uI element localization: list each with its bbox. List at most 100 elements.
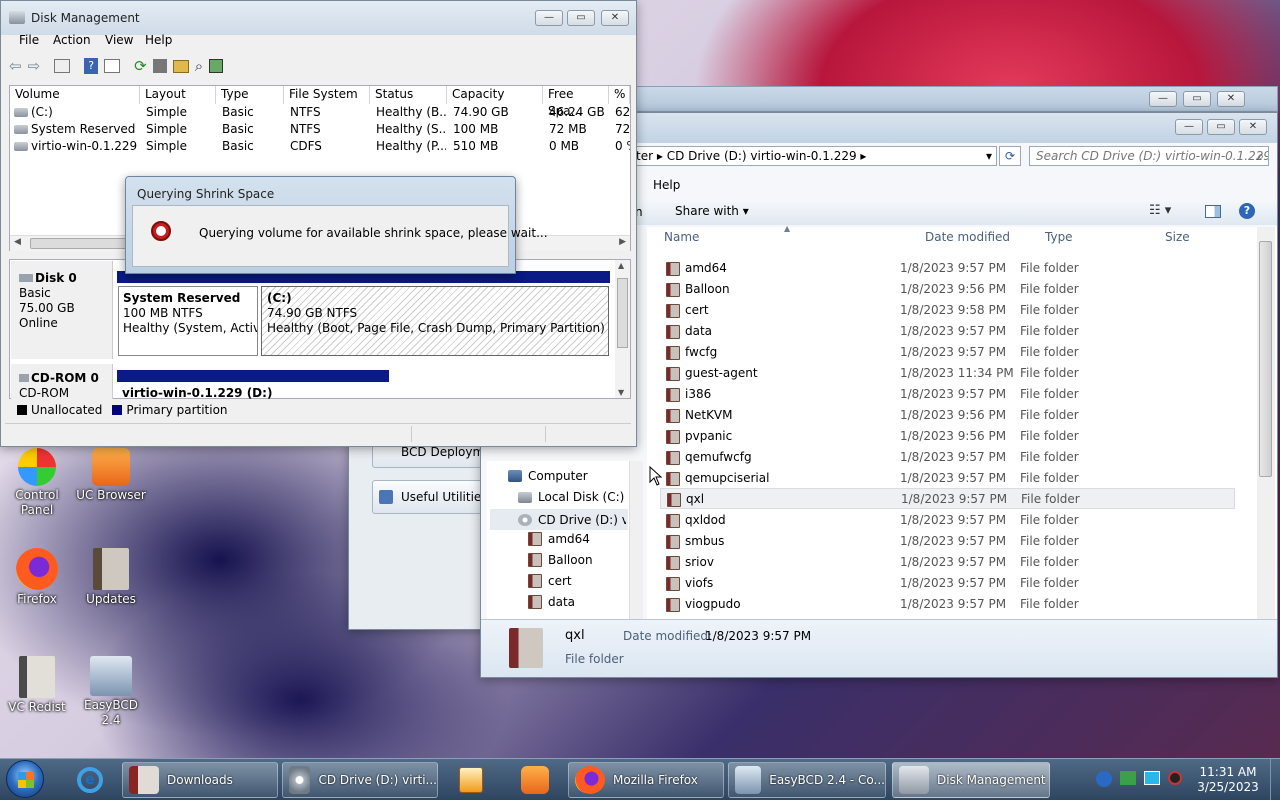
refresh-button[interactable]: ⟳	[999, 146, 1021, 166]
column-name[interactable]: Name	[664, 230, 699, 244]
close-button[interactable]: ✕	[1217, 91, 1245, 107]
file-row[interactable]: data 1/8/2023 9:57 PM File folder	[660, 320, 1235, 341]
menu-view[interactable]: View	[105, 33, 133, 47]
graphical-vscroll[interactable]: ▲ ▼	[615, 260, 630, 398]
breadcrumb-current[interactable]: CD Drive (D:) virtio-win-0.1.229	[667, 149, 857, 163]
refresh-icon[interactable]: ⟳	[134, 57, 147, 75]
scroll-thumb[interactable]	[617, 278, 628, 348]
useful-utilities-button[interactable]: Useful Utilities	[372, 480, 482, 514]
display-tray-icon[interactable]	[1144, 771, 1160, 785]
view-options-icon[interactable]: ☷ ▾	[1149, 203, 1171, 218]
menu-action[interactable]: Action	[53, 33, 91, 47]
nav-folder-item[interactable]: cert	[528, 574, 572, 588]
open-folder-icon[interactable]	[172, 59, 189, 73]
cdrom0-label-box[interactable]: CD-ROM 0 CD-ROM	[11, 364, 113, 399]
taskbar-downloads[interactable]: Downloads	[122, 762, 278, 798]
column-capacity[interactable]: Capacity	[447, 86, 543, 104]
file-row[interactable]: pvpanic 1/8/2023 9:56 PM File folder	[660, 425, 1235, 446]
file-row[interactable]: viogpudo 1/8/2023 9:57 PM File folder	[660, 593, 1235, 614]
show-desktop-button[interactable]	[1270, 759, 1280, 800]
desktop-icon-firefox[interactable]: Firefox	[0, 548, 74, 607]
media-player-pinned[interactable]	[452, 763, 490, 797]
desktop-icon-easybcd[interactable]: EasyBCD 2.4	[74, 656, 148, 728]
file-row[interactable]: guest-agent 1/8/2023 11:34 PM File folder	[660, 362, 1235, 383]
file-row[interactable]: Balloon 1/8/2023 9:56 PM File folder	[660, 278, 1235, 299]
close-button[interactable]: ✕	[1239, 119, 1267, 135]
up-level-icon[interactable]	[54, 59, 71, 73]
rescan-icon[interactable]	[209, 59, 224, 73]
menu-file[interactable]: File	[19, 33, 39, 47]
column-type[interactable]: Type	[216, 86, 284, 104]
desktop-icon-vc-redist[interactable]: VC Redist	[0, 656, 74, 715]
menu-help[interactable]: Help	[145, 33, 172, 47]
address-bar[interactable]: ter ▸ CD Drive (D:) virtio-win-0.1.229 ▸…	[631, 146, 997, 166]
file-row[interactable]: qemupciserial 1/8/2023 9:57 PM File folder	[660, 467, 1235, 488]
file-row[interactable]: smbus 1/8/2023 9:57 PM File folder	[660, 530, 1235, 551]
disk0-label-box[interactable]: Disk 0 Basic 75.00 GB Online	[11, 261, 113, 359]
nav-cd-drive[interactable]: CD Drive (D:) virt	[490, 509, 628, 530]
column-volume[interactable]: Volume	[10, 86, 140, 104]
column-free-space[interactable]: Free Spa...	[543, 86, 609, 118]
partition-cdrom[interactable]: virtio-win-0.1.229 (D:)	[118, 385, 388, 399]
file-row[interactable]: qxldod 1/8/2023 9:57 PM File folder	[660, 509, 1235, 530]
volume-tray-icon[interactable]	[1168, 771, 1182, 785]
nav-scrollbar[interactable]	[629, 461, 643, 619]
maximize-button[interactable]: ▭	[1183, 91, 1211, 107]
column-status[interactable]: Status	[370, 86, 447, 104]
help-icon[interactable]: ?	[1239, 203, 1255, 219]
desktop-icon-updates[interactable]: Updates	[74, 548, 148, 607]
file-row[interactable]: cert 1/8/2023 9:58 PM File folder	[660, 299, 1235, 320]
scroll-thumb[interactable]	[1259, 241, 1272, 477]
maximize-button[interactable]: ▭	[567, 10, 595, 26]
taskbar-easybcd[interactable]: EasyBCD 2.4 - Co...	[728, 762, 886, 798]
search-box[interactable]: Search CD Drive (D:) virtio-win-0.1.229 …	[1029, 146, 1269, 166]
uc-browser-pinned[interactable]	[514, 763, 556, 797]
file-row[interactable]: viofs 1/8/2023 9:57 PM File folder	[660, 572, 1235, 593]
forward-icon[interactable]: ⇨	[28, 57, 41, 75]
file-row[interactable]: sriov 1/8/2023 9:57 PM File folder	[660, 551, 1235, 572]
taskbar-firefox[interactable]: Mozilla Firefox	[568, 762, 724, 798]
help-icon[interactable]: ?	[84, 58, 99, 74]
ie-pinned-button[interactable]: e	[68, 763, 112, 797]
file-row[interactable]: NetKVM 1/8/2023 9:56 PM File folder	[660, 404, 1235, 425]
network-tray-icon[interactable]	[1120, 771, 1136, 785]
share-with-button[interactable]: Share with ▾	[675, 204, 749, 218]
taskbar-cd-drive[interactable]: CD Drive (D:) virti...	[282, 762, 438, 798]
nav-computer[interactable]: Computer	[508, 469, 588, 483]
preview-pane-icon[interactable]	[1205, 205, 1221, 218]
help-tray-icon[interactable]	[1096, 771, 1112, 787]
scroll-thumb[interactable]	[30, 238, 140, 249]
scroll-left-icon[interactable]: ◀	[14, 237, 21, 247]
properties-icon[interactable]	[104, 59, 121, 73]
scroll-right-icon[interactable]: ▶	[619, 237, 626, 247]
maximize-button[interactable]: ▭	[1207, 119, 1235, 135]
chevron-down-icon[interactable]: ▾	[986, 147, 992, 165]
column-file-system[interactable]: File System	[284, 86, 370, 104]
start-button[interactable]	[6, 760, 44, 798]
back-icon[interactable]: ⇦	[9, 57, 22, 75]
file-row[interactable]: qxl 1/8/2023 9:57 PM File folder	[660, 488, 1235, 509]
column-type[interactable]: Type	[1045, 230, 1073, 244]
column-layout[interactable]: Layout	[140, 86, 216, 104]
file-row[interactable]: fwcfg 1/8/2023 9:57 PM File folder	[660, 341, 1235, 362]
column-percent-free[interactable]: % F	[609, 86, 630, 104]
console-tree-icon[interactable]	[152, 59, 167, 73]
minimize-button[interactable]: —	[535, 10, 563, 26]
file-row[interactable]: i386 1/8/2023 9:57 PM File folder	[660, 383, 1235, 404]
nav-folder-item[interactable]: amd64	[528, 532, 590, 546]
search-icon[interactable]: ⌕	[195, 57, 203, 75]
column-size[interactable]: Size	[1165, 230, 1190, 244]
nav-folder-item[interactable]: data	[528, 595, 575, 609]
taskbar-disk-management[interactable]: Disk Management	[892, 762, 1050, 798]
desktop-icon-uc-browser[interactable]: UC Browser	[74, 448, 148, 503]
nav-local-disk[interactable]: Local Disk (C:)	[518, 490, 624, 504]
file-list-scrollbar[interactable]	[1257, 227, 1275, 619]
close-button[interactable]: ✕	[601, 10, 629, 26]
partition-c[interactable]: (C:) 74.90 GB NTFS Healthy (Boot, Page F…	[261, 286, 609, 356]
minimize-button[interactable]: —	[1149, 91, 1177, 107]
menu-help[interactable]: Help	[653, 178, 680, 192]
column-date-modified[interactable]: Date modified	[925, 230, 1010, 244]
file-row[interactable]: amd64 1/8/2023 9:57 PM File folder	[660, 257, 1235, 278]
desktop-icon-control-panel[interactable]: Control Panel	[0, 448, 74, 518]
clock[interactable]: 11:31 AM 3/25/2023	[1190, 765, 1266, 795]
